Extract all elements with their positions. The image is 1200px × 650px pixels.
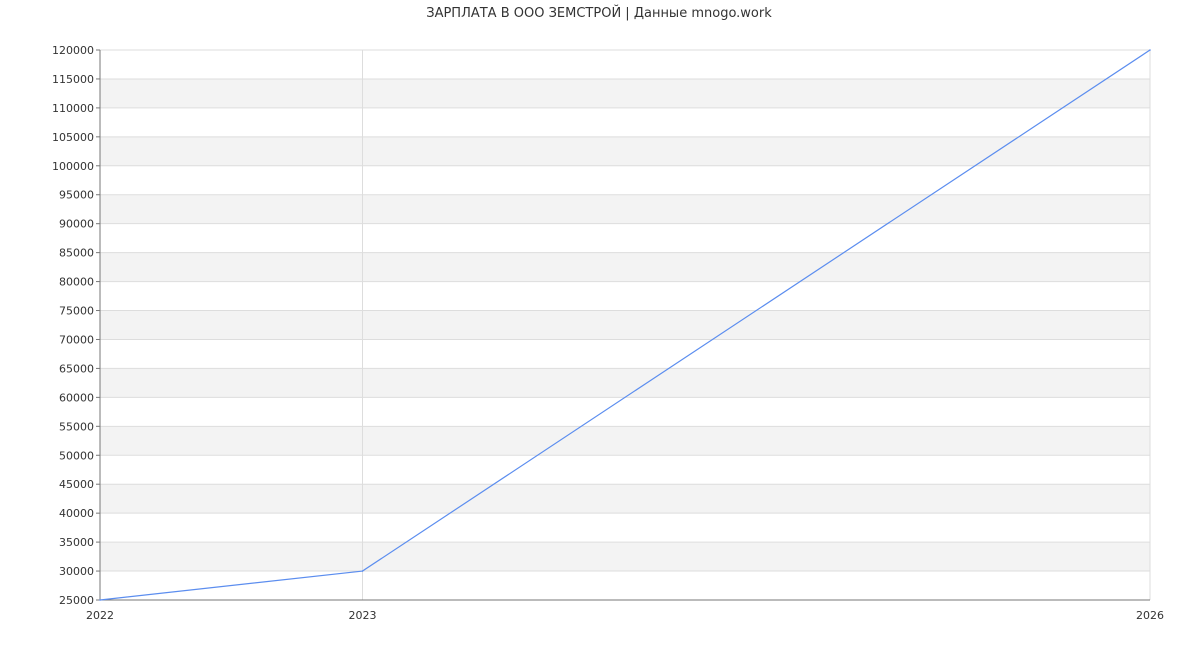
x-tick-label: 2026 [1136, 609, 1164, 622]
y-tick-label: 25000 [59, 594, 94, 607]
data-point [361, 570, 364, 572]
chart-root: ЗАРПЛАТА В ООО ЗЕМСТРОЙ | Данные mnogo.w… [0, 0, 1200, 650]
y-tick-label: 80000 [59, 276, 94, 289]
y-tick-label: 95000 [59, 189, 94, 202]
y-tick-label: 105000 [52, 131, 94, 144]
salary-line-chart: 25000 30000 35000 40000 45000 50000 55000 60000… [52, 44, 1164, 622]
grid-band [100, 368, 1150, 398]
y-tick-label: 60000 [59, 391, 94, 404]
y-tick-label: 70000 [59, 333, 94, 346]
data-point [1149, 49, 1151, 51]
grid-band [100, 78, 1150, 108]
x-tick-label: 2023 [349, 609, 377, 622]
grid-band [100, 426, 1150, 456]
y-tick-label: 85000 [59, 247, 94, 260]
y-tick-label: 90000 [59, 218, 94, 231]
y-tick-label: 115000 [52, 73, 94, 86]
y-tick-label: 75000 [59, 305, 94, 318]
grid-band [100, 252, 1150, 282]
y-tick-label: 30000 [59, 565, 94, 578]
grid-band [100, 310, 1150, 340]
grid-band [100, 136, 1150, 166]
y-tick-label: 65000 [59, 362, 94, 375]
y-tick-label: 35000 [59, 536, 94, 549]
grid-band [100, 484, 1150, 514]
x-tick-label: 2022 [86, 609, 114, 622]
y-tick-label: 40000 [59, 507, 94, 520]
y-tick-label: 100000 [52, 160, 94, 173]
y-tick-label: 50000 [59, 449, 94, 462]
grid-band [100, 542, 1150, 572]
grid-band [100, 194, 1150, 224]
y-tick-label: 110000 [52, 102, 94, 115]
data-point [99, 599, 101, 601]
y-tick-label: 120000 [52, 44, 94, 57]
y-tick-label: 55000 [59, 420, 94, 433]
y-tick-label: 45000 [59, 478, 94, 491]
